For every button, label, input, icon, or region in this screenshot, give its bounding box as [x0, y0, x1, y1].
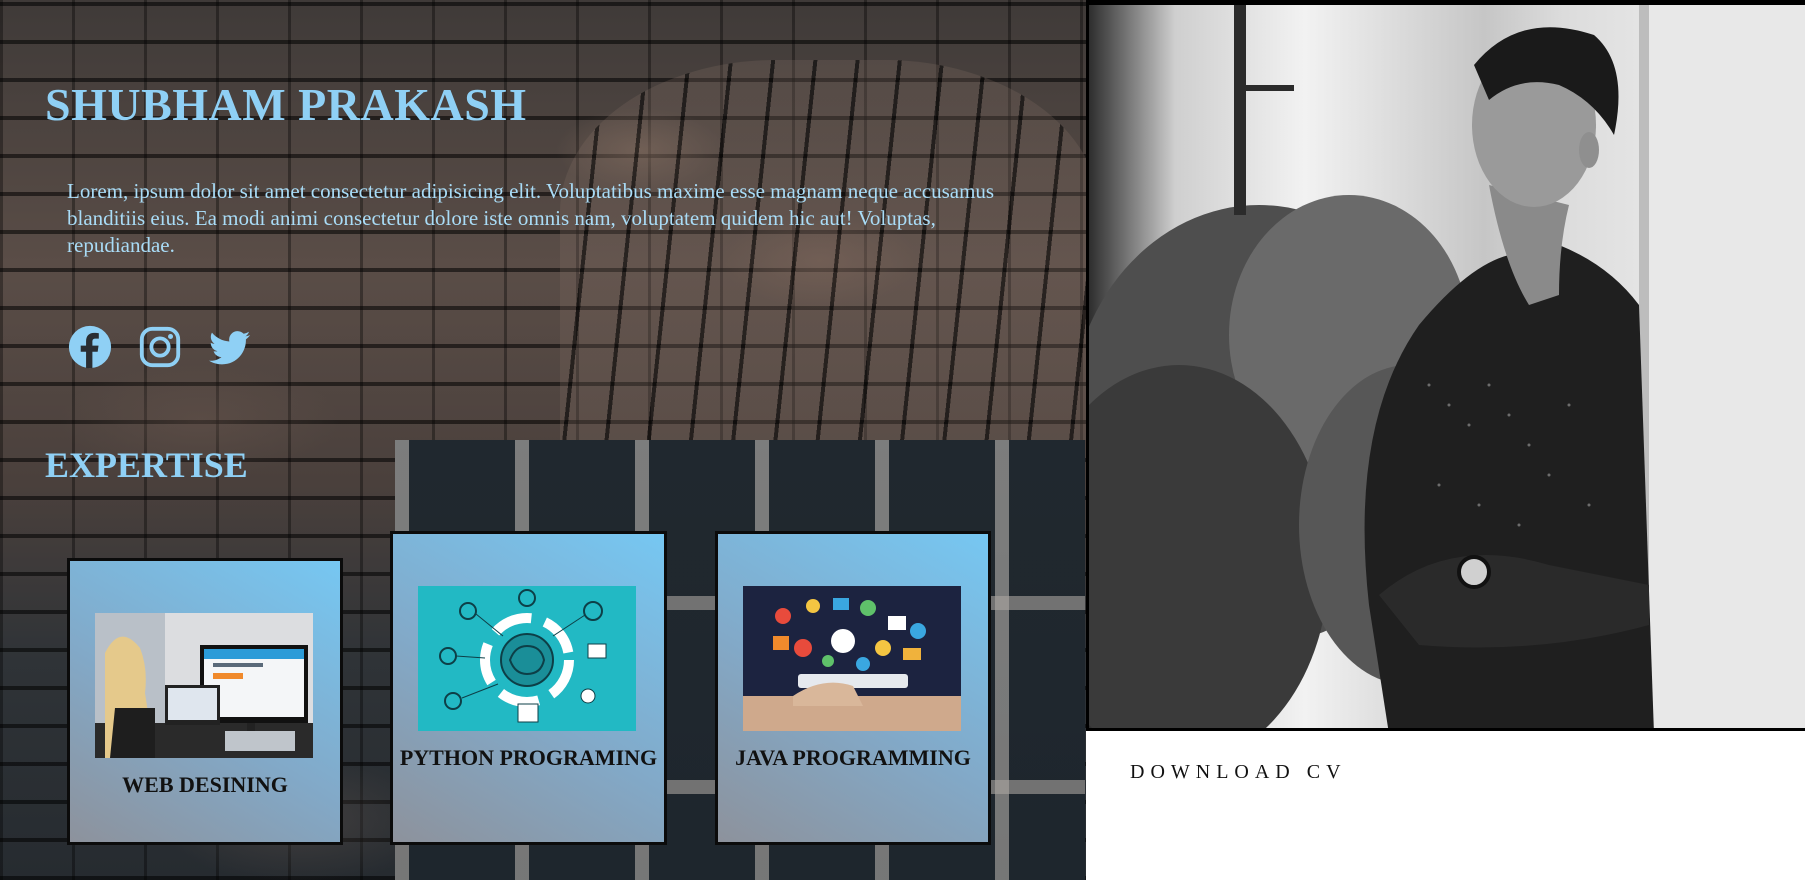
page-title: SHUBHAM PRAKASH [45, 79, 527, 130]
expertise-card-java[interactable]: JAVA PROGRAMMING [715, 531, 991, 845]
expertise-card-web-design[interactable]: WEB DESINING [67, 558, 343, 845]
bio-text: Lorem, ipsum dolor sit amet consectetur … [67, 179, 995, 257]
card-label: PYTHON PROGRAMING [399, 745, 658, 770]
web-design-image [95, 613, 313, 758]
python-brain-image [418, 586, 636, 731]
facebook-icon[interactable] [67, 324, 113, 370]
download-cv-button[interactable]: DOWNLOAD CV [1130, 761, 1347, 784]
download-section: DOWNLOAD CV [1086, 731, 1805, 880]
card-label: JAVA PROGRAMMING [735, 745, 971, 770]
expertise-card-python[interactable]: PYTHON PROGRAMING [390, 531, 667, 845]
card-label: WEB DESINING [122, 772, 288, 797]
social-links [67, 324, 253, 370]
instagram-icon[interactable] [137, 324, 183, 370]
expertise-heading: EXPERTISE [45, 445, 248, 485]
profile-photo [1086, 2, 1805, 731]
twitter-icon[interactable] [207, 324, 253, 370]
hero-section: SHUBHAM PRAKASH Lorem, ipsum dolor sit a… [0, 0, 1086, 880]
java-tablet-image [743, 586, 961, 731]
